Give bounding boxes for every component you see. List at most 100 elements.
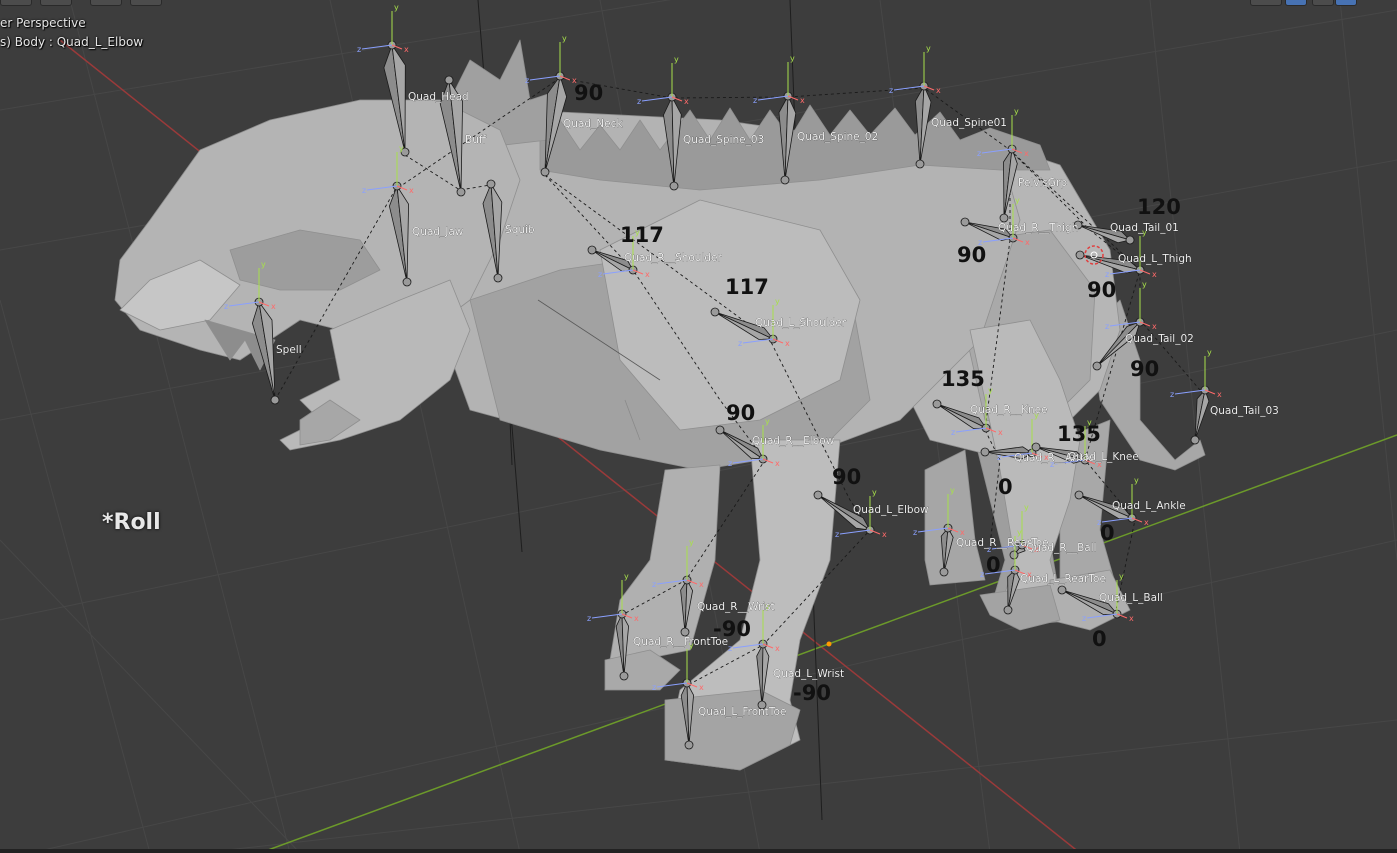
bone-label: Quad_R__Knee: [970, 404, 1048, 416]
bone-label: Quad_L_Elbow: [853, 504, 929, 516]
axis-y-letter: y: [1015, 196, 1020, 205]
axis-x-letter: x: [409, 186, 414, 195]
bone-label: Quad_L_Shoulder: [755, 317, 847, 329]
roll-value-label: 117: [620, 223, 664, 247]
axis-z-letter: z: [652, 683, 656, 692]
bone-label: Quad_Tail_01: [1110, 222, 1179, 234]
bone-label: Quad_L_FrontToe: [698, 706, 786, 718]
axis-z-line: [757, 95, 789, 101]
axis-z-letter: z: [224, 302, 228, 311]
axis-x-letter: x: [1025, 238, 1030, 247]
axis-z-letter: z: [977, 149, 981, 158]
axis-x-letter: x: [645, 270, 650, 279]
axis-x-letter: x: [271, 302, 276, 311]
axis-y-letter: y: [394, 3, 399, 12]
axis-x-letter: x: [775, 459, 780, 468]
axis-z-letter: z: [980, 570, 984, 579]
viewport-bottom-edge: [0, 849, 1397, 853]
axis-y-letter: y: [988, 386, 993, 395]
axis-x-letter: x: [1152, 270, 1157, 279]
header-button[interactable]: [130, 0, 162, 6]
bone-label: Quad_Tail_03: [1210, 405, 1279, 417]
bone-label: Quad_Jaw: [412, 226, 464, 238]
header-button[interactable]: [1312, 0, 1334, 6]
axis-x-letter: x: [699, 580, 704, 589]
axis-x-letter: x: [1217, 390, 1222, 399]
axis-y-letter: y: [689, 538, 694, 547]
roll-value-label: 135: [941, 367, 985, 391]
axis-y-letter: y: [790, 54, 795, 63]
bone-label: Quad_L_Wrist: [773, 668, 844, 680]
scene-canvas[interactable]: yz xyz xyz xyz xyz xyz xyz xyz xyz xyz xyz xyz xyz xy…: [0, 0, 1397, 853]
bone-label: Quad_L_Thigh: [1118, 253, 1192, 265]
axis-y-letter: y: [1134, 476, 1139, 485]
axis-x-letter: x: [1129, 614, 1134, 623]
axis-z-letter: z: [913, 528, 917, 537]
overlay-toggle-button[interactable]: [1285, 0, 1307, 6]
shading-toggle-button[interactable]: [1335, 0, 1357, 6]
axis-y-letter: y: [1119, 572, 1124, 581]
axis-y-letter: y: [765, 417, 770, 426]
header-button[interactable]: [1250, 0, 1282, 6]
header-button[interactable]: [40, 0, 72, 6]
axis-x-letter: x: [785, 339, 790, 348]
bone-label: Quad_L_Ball: [1099, 592, 1163, 604]
axis-x-letter: x: [404, 45, 409, 54]
roll-value-label: 120: [1137, 195, 1181, 219]
bone-label: Buff: [465, 134, 487, 146]
axis-x-letter: x: [775, 644, 780, 653]
axis-x-letter: x: [634, 614, 639, 623]
bone-label: Quad_Head: [408, 91, 469, 103]
3d-viewport[interactable]: yzxyzxyzxyzxyzxyzxyzxyzxyzxyzxyzxyzxyzxy…: [0, 0, 1397, 853]
axis-y-letter: y: [261, 260, 266, 269]
axis-y-letter: y: [872, 488, 877, 497]
axis-y-letter: y: [926, 44, 931, 53]
axis-y-letter: y: [775, 297, 780, 306]
roll-value-label: 90: [1087, 278, 1116, 302]
bone-label: Quad_L_RearToe: [1020, 573, 1106, 585]
axis-z-letter: z: [1170, 390, 1174, 399]
axis-z-letter: z: [598, 270, 602, 279]
roll-value-label: 0: [998, 475, 1013, 499]
roll-value-label: 90: [726, 401, 755, 425]
origin-point-icon: [826, 641, 832, 647]
bone-label: Quad_L_Knee: [1068, 451, 1139, 463]
axis-y-letter: y: [1017, 528, 1022, 537]
header-button[interactable]: [90, 0, 122, 6]
axis-z-letter: z: [587, 614, 591, 623]
axis-z-line: [1174, 389, 1206, 395]
roll-value-label: 117: [725, 275, 769, 299]
axis-x-letter: x: [1024, 149, 1029, 158]
bone-label: Spell: [276, 344, 302, 356]
axis-y-letter: y: [562, 34, 567, 43]
axis-z-letter: z: [738, 339, 742, 348]
axis-y-letter: y: [1207, 348, 1212, 357]
roll-value-label: 90: [574, 81, 603, 105]
roll-value-label: 90: [1130, 357, 1159, 381]
header-button[interactable]: [0, 0, 32, 6]
bone-label: Quad_Spine_03: [683, 134, 764, 146]
axis-z-line: [529, 75, 561, 81]
axis-z-letter: z: [728, 459, 732, 468]
roll-value-label: 0: [986, 553, 1001, 577]
axis-y-letter: y: [399, 144, 404, 153]
bone-label: Quad_R__Ball: [1026, 542, 1097, 554]
axis-z-letter: z: [1082, 614, 1086, 623]
axis-y-letter: y: [624, 572, 629, 581]
roll-value-label: 90: [832, 465, 861, 489]
view-name-label: er Perspective: [0, 16, 86, 30]
roll-value-label: 0: [1100, 521, 1115, 545]
roll-value-label: 90: [957, 243, 986, 267]
axis-z-letter: z: [753, 96, 757, 105]
axis-x-letter: x: [960, 528, 965, 537]
bone[interactable]: y z x: [1170, 348, 1222, 445]
axis-x-letter: x: [936, 86, 941, 95]
axis-x-letter: x: [1152, 322, 1157, 331]
axis-z-line: [641, 96, 673, 102]
axis-x-letter: x: [684, 97, 689, 106]
bone-label: Quad_R__Wrist: [697, 601, 775, 613]
axis-z-letter: z: [889, 86, 893, 95]
axis-x-letter: x: [882, 530, 887, 539]
axis-y-letter: y: [1142, 280, 1147, 289]
axis-z-letter: z: [362, 186, 366, 195]
